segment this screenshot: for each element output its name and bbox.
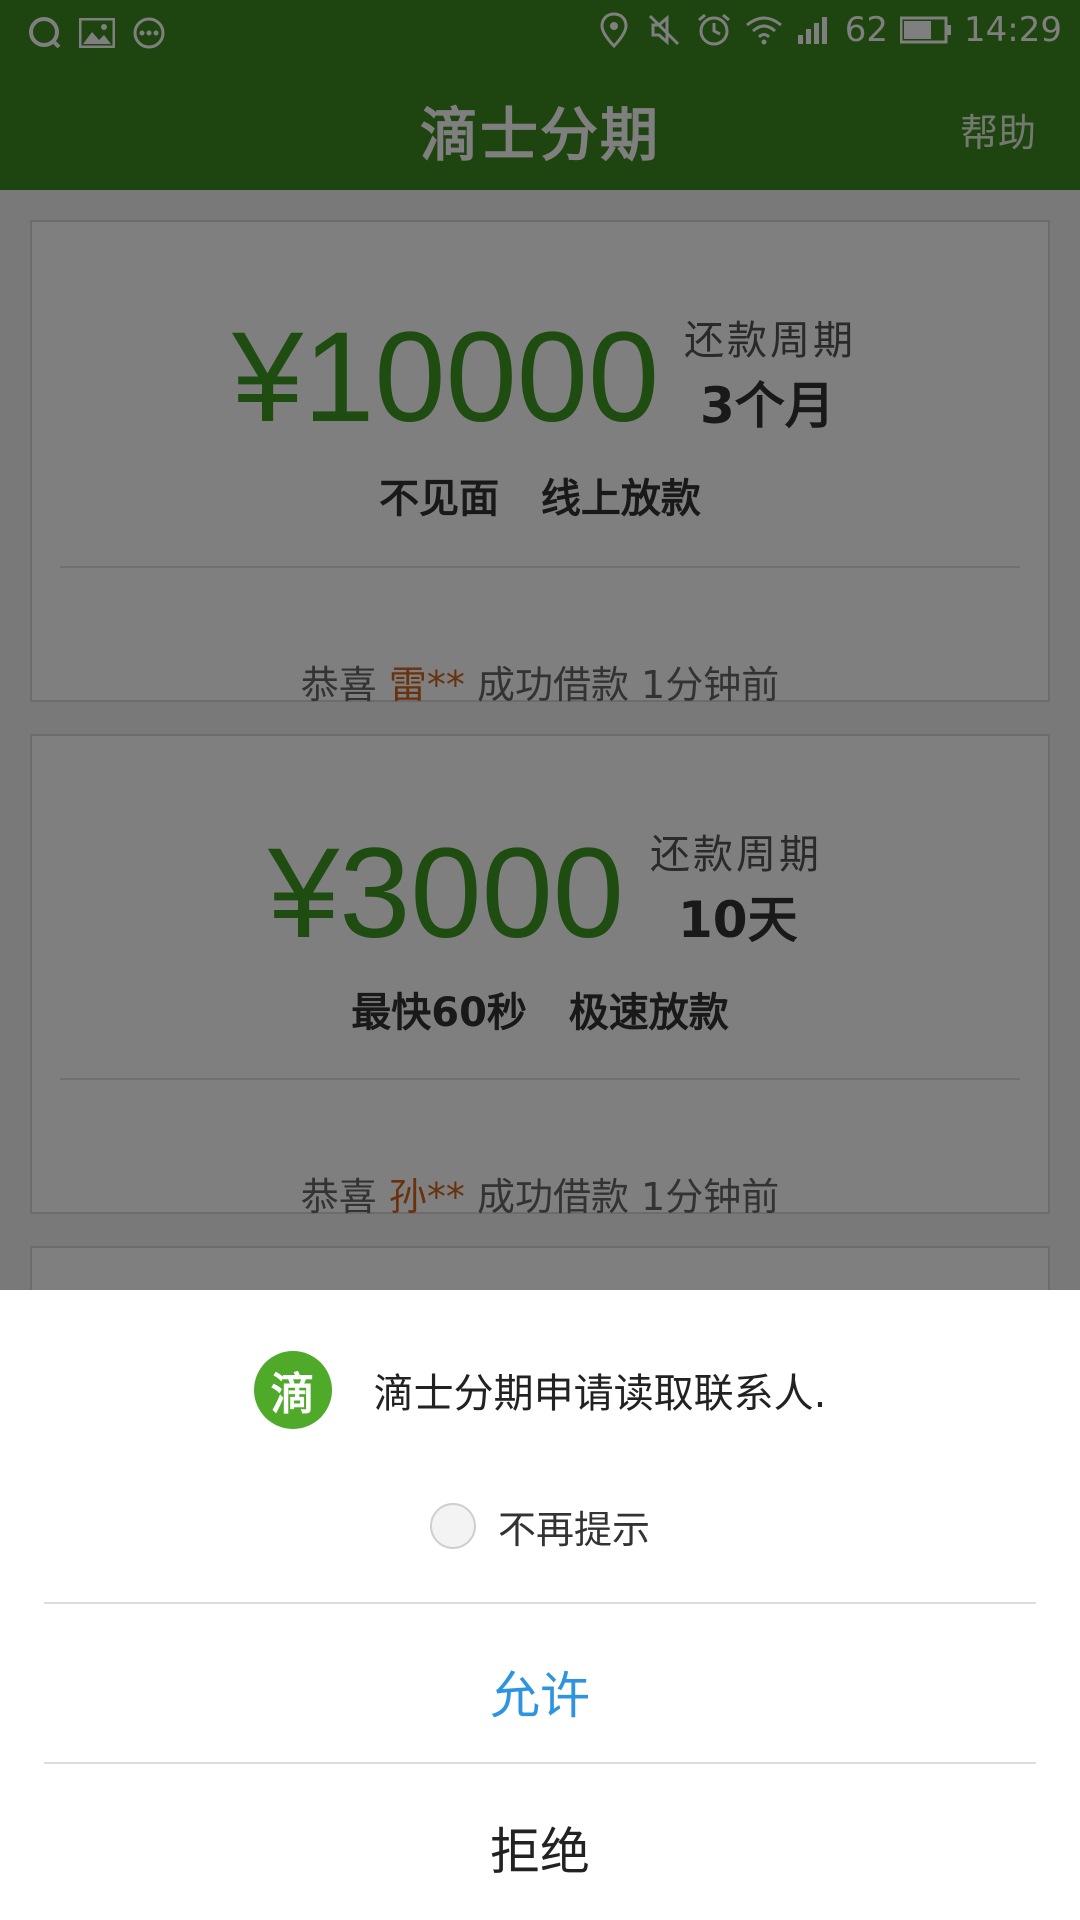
permission-message-row: 滴 滴士分期申请读取联系人. (0, 1350, 1080, 1430)
permission-dialog: 滴 滴士分期申请读取联系人. 不再提示 允许 拒绝 (0, 1290, 1080, 1920)
dont-ask-checkbox[interactable] (429, 1503, 476, 1549)
dont-ask-row[interactable]: 不再提示 (0, 1496, 1080, 1556)
sheet-divider (44, 1602, 1036, 1604)
dont-ask-label: 不再提示 (497, 1507, 650, 1552)
allow-button[interactable]: 允许 (0, 1656, 1080, 1728)
deny-button[interactable]: 拒绝 (0, 1812, 1080, 1884)
sheet-divider (44, 1762, 1036, 1764)
app-icon: 滴 (253, 1351, 332, 1429)
permission-message: 滴士分期申请读取联系人. (373, 1371, 827, 1417)
